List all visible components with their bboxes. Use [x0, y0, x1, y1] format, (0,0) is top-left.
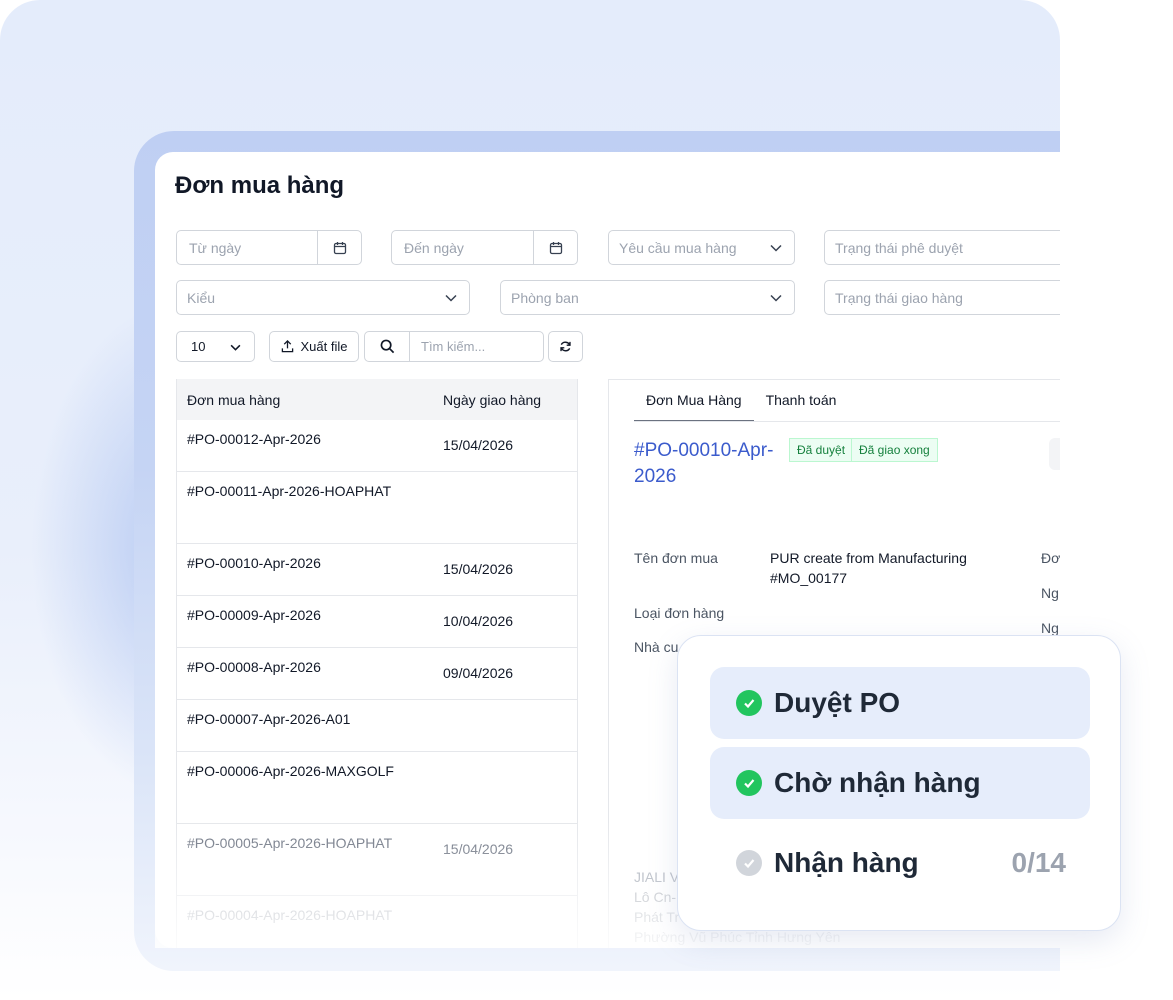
supplier-address-line: JIALI V: [634, 869, 680, 885]
order-id: #PO-00005-Apr-2026-HOAPHAT: [187, 835, 393, 851]
check-circle-icon: [736, 850, 762, 876]
export-file-button[interactable]: Xuất file: [269, 331, 359, 362]
order-name-value: PUR create from Manufacturing #MO_00177: [770, 550, 967, 586]
chevron-down-icon: [758, 294, 794, 302]
table-row[interactable]: #PO-00012-Apr-2026 15/04/2026: [177, 420, 577, 472]
tab-divider: [634, 421, 1060, 422]
from-date-field[interactable]: Từ ngày: [176, 230, 362, 265]
refresh-icon: [559, 340, 572, 353]
order-id: #PO-00009-Apr-2026: [187, 607, 321, 623]
delivery-status-placeholder: Trạng thái giao hàng: [835, 289, 963, 306]
table-header: Đơn mua hàng Ngày giao hàng: [177, 379, 577, 420]
status-badge-approved: Đã duyệt: [789, 438, 854, 462]
delivery-date: [433, 752, 577, 823]
to-date-field[interactable]: Đến ngày: [391, 230, 578, 265]
table-row[interactable]: #PO-00008-Apr-2026 09/04/2026: [177, 648, 577, 700]
delivery-date: 15/04/2026: [443, 841, 514, 857]
table-row[interactable]: #PO-00006-Apr-2026-MAXGOLF: [177, 752, 577, 824]
order-id: #PO-00004-Apr-2026-HOAPHAT: [187, 907, 393, 923]
delivery-date: [433, 700, 577, 751]
right-label: Ng: [1041, 620, 1059, 636]
status-badge-delivered: Đã giao xong: [851, 438, 938, 462]
order-type-label: Loại đơn hàng: [634, 605, 725, 621]
table-row[interactable]: #PO-00004-Apr-2026-HOAPHAT: [177, 896, 577, 936]
refresh-button[interactable]: [548, 331, 583, 362]
step-label: Duyệt PO: [774, 687, 901, 718]
department-select[interactable]: Phòng ban: [500, 280, 795, 315]
order-id: #PO-00012-Apr-2026: [187, 431, 321, 447]
search-box[interactable]: Tìm kiếm...: [364, 331, 544, 362]
to-date-placeholder: Đến ngày: [404, 239, 464, 256]
from-date-placeholder: Từ ngày: [189, 239, 242, 256]
order-id: #PO-00007-Apr-2026-A01: [187, 711, 351, 727]
upload-icon: [281, 340, 294, 353]
delivery-date: [433, 472, 577, 543]
chevron-down-icon: [758, 244, 794, 252]
receipt-count: 0/14: [1011, 847, 1067, 878]
column-header-delivery-date[interactable]: Ngày giao hàng: [433, 392, 577, 408]
chevron-down-icon: [230, 339, 254, 354]
type-select[interactable]: Kiểu: [176, 280, 470, 315]
purchase-request-select[interactable]: Yêu cầu mua hàng: [608, 230, 795, 265]
export-file-label: Xuất file: [300, 339, 348, 354]
page-size-select[interactable]: 10: [176, 331, 255, 362]
step-label: Chờ nhận hàng: [774, 767, 981, 798]
calendar-icon[interactable]: [317, 231, 361, 264]
order-progress-card: Duyệt PO Chờ nhận hàng Nhận hàng 0/14: [677, 635, 1121, 931]
tab-payment[interactable]: Thanh toán: [754, 380, 849, 422]
check-circle-icon: [736, 690, 762, 716]
delivery-date: 10/04/2026: [443, 613, 514, 629]
step-label: Nhận hàng: [774, 847, 919, 878]
delivery-date: 15/04/2026: [443, 561, 514, 577]
right-label: Đơ: [1041, 550, 1060, 566]
detail-tabs: Đơn Mua Hàng Thanh toán: [634, 380, 848, 422]
page-title: Đơn mua hàng: [175, 172, 345, 199]
type-placeholder: Kiểu: [187, 289, 216, 306]
order-id: #PO-00006-Apr-2026-MAXGOLF: [187, 763, 394, 779]
search-input[interactable]: Tìm kiếm...: [410, 339, 485, 354]
delivery-date: [433, 896, 577, 936]
action-button[interactable]: [1049, 438, 1060, 470]
table-row[interactable]: #PO-00010-Apr-2026 15/04/2026: [177, 544, 577, 596]
chevron-down-icon: [433, 294, 469, 302]
department-placeholder: Phòng ban: [511, 289, 579, 306]
calendar-icon[interactable]: [533, 231, 577, 264]
check-circle-icon: [736, 770, 762, 796]
approval-status-select[interactable]: Trạng thái phê duyệt: [824, 230, 1060, 265]
order-id: #PO-00008-Apr-2026: [187, 659, 321, 675]
purchase-order-table: Đơn mua hàng Ngày giao hàng #PO-00012-Ap…: [176, 379, 578, 948]
purchase-request-placeholder: Yêu cầu mua hàng: [619, 239, 737, 256]
delivery-status-select[interactable]: Trạng thái giao hàng: [824, 280, 1060, 315]
step-awaiting-receipt[interactable]: Chờ nhận hàng: [710, 747, 1090, 819]
supplier-address-line: Phường Vũ Phúc Tỉnh Hưng Yên: [634, 929, 841, 945]
right-label: Ng: [1041, 585, 1059, 601]
search-icon[interactable]: [365, 332, 410, 361]
table-row[interactable]: #PO-00009-Apr-2026 10/04/2026: [177, 596, 577, 648]
order-name-label: Tên đơn mua: [634, 550, 718, 566]
table-row[interactable]: #PO-00011-Apr-2026-HOAPHAT: [177, 472, 577, 544]
delivery-date: 15/04/2026: [443, 437, 514, 453]
delivery-date: 09/04/2026: [443, 665, 514, 681]
supplier-address-line: Lô Cn-: [634, 889, 677, 905]
step-receive-goods[interactable]: Nhận hàng 0/14: [710, 827, 1090, 899]
table-row[interactable]: #PO-00005-Apr-2026-HOAPHAT 15/04/2026: [177, 824, 577, 896]
page-size-value: 10: [191, 339, 206, 354]
column-header-order[interactable]: Đơn mua hàng: [177, 392, 433, 408]
order-id: #PO-00011-Apr-2026-HOAPHAT: [187, 483, 392, 499]
supplier-label: Nhà cu: [634, 639, 679, 655]
approval-status-placeholder: Trạng thái phê duyệt: [835, 239, 963, 256]
order-id: #PO-00010-Apr-2026: [187, 555, 321, 571]
step-approve-po[interactable]: Duyệt PO: [710, 667, 1090, 739]
po-number: #PO-00010-Apr-2026: [634, 440, 774, 487]
supplier-address-line: Phát Tr: [634, 909, 680, 925]
table-row[interactable]: #PO-00007-Apr-2026-A01: [177, 700, 577, 752]
tab-purchase-order[interactable]: Đơn Mua Hàng: [634, 380, 754, 422]
